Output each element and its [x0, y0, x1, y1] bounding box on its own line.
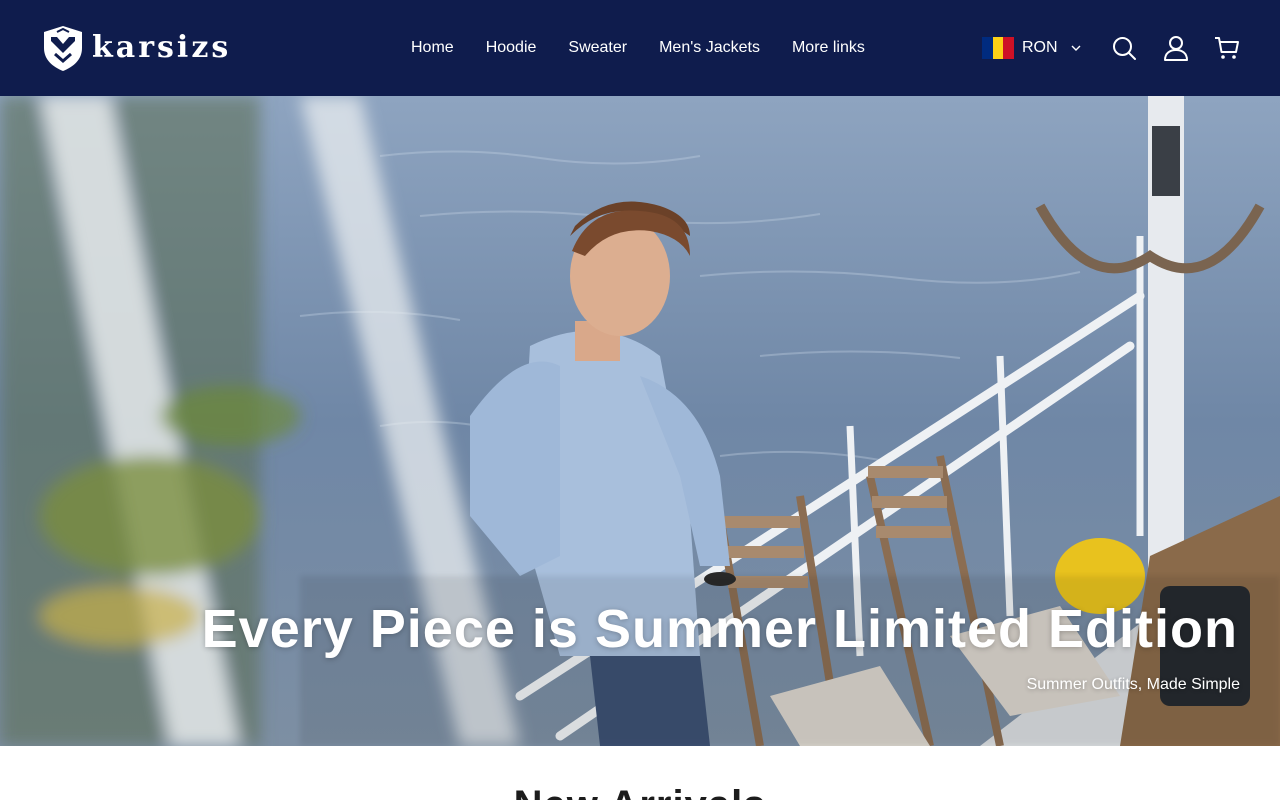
account-button[interactable]	[1162, 34, 1190, 62]
cart-button[interactable]	[1213, 34, 1241, 62]
shield-crest-icon	[44, 26, 82, 71]
brand-name: karsizs	[92, 30, 232, 65]
nav-item-mens-jackets[interactable]: Men's Jackets	[643, 38, 776, 58]
hero-title: Every Piece is Summer Limited Edition	[201, 599, 1238, 659]
nav-item-home[interactable]: Home	[395, 38, 470, 58]
search-icon	[1113, 37, 1136, 60]
nav-item-sweater[interactable]: Sweater	[552, 38, 643, 58]
cart-icon	[1215, 37, 1239, 59]
currency-code: RON	[1022, 39, 1058, 56]
hero-subtitle: Summer Outfits, Made Simple	[1026, 676, 1240, 693]
main-nav: Home Hoodie Sweater Men's Jackets More l…	[395, 0, 881, 96]
site-header: karsizs Home Hoodie Sweater Men's Jacket…	[0, 0, 1280, 96]
romania-flag-icon	[982, 37, 1015, 59]
user-icon	[1164, 36, 1188, 61]
nav-item-hoodie[interactable]: Hoodie	[470, 38, 553, 58]
chevron-down-icon	[1071, 45, 1081, 51]
section-heading: New Arrivals	[0, 780, 1280, 800]
search-button[interactable]	[1110, 34, 1138, 62]
currency-selector[interactable]: RON	[982, 36, 1082, 60]
brand-logo[interactable]: karsizs	[40, 24, 231, 72]
nav-item-more-links[interactable]: More links	[776, 38, 881, 58]
hero-banner[interactable]: Every Piece is Summer Limited Edition Su…	[0, 96, 1280, 746]
